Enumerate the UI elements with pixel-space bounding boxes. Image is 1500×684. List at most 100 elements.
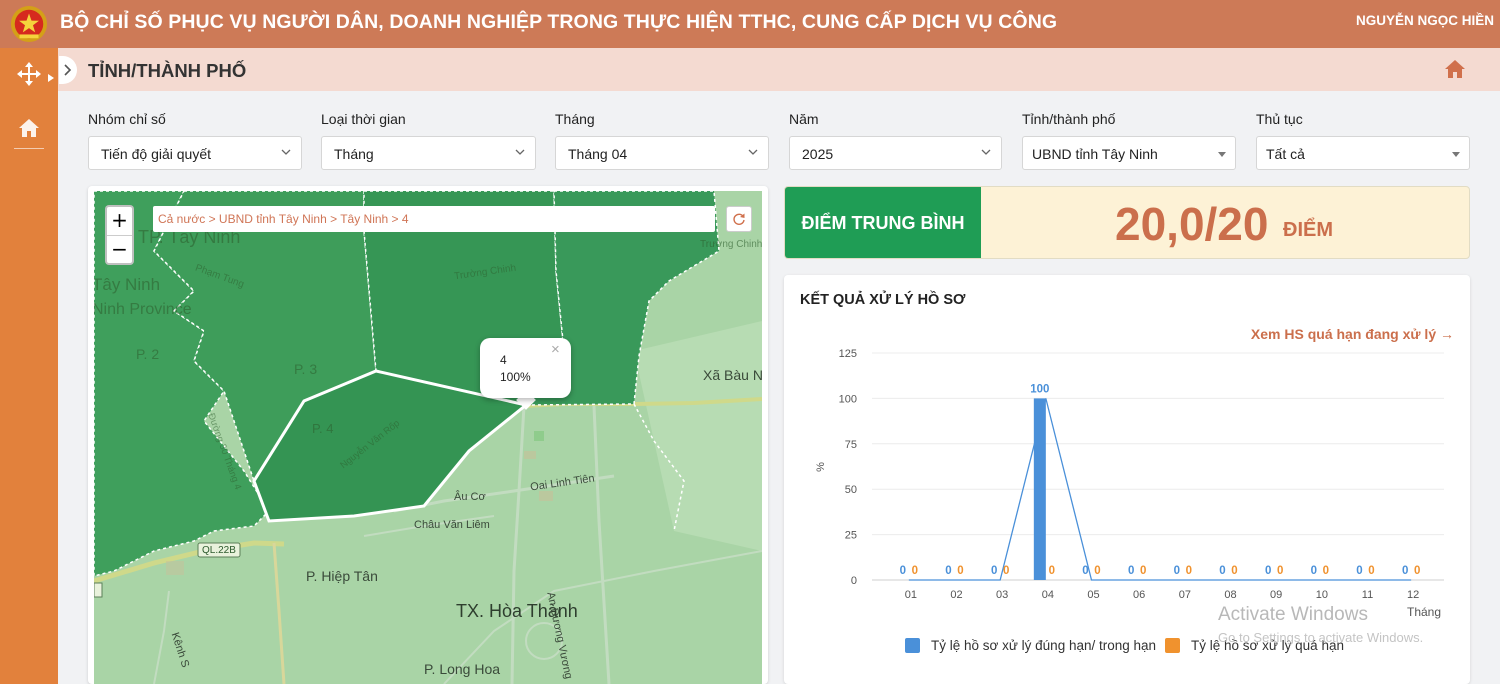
map-view[interactable]: TP. Tây Ninh Tây Ninh Ninh Province P. 2… bbox=[94, 191, 762, 684]
legend-swatch bbox=[905, 638, 920, 653]
map-label: Châu Văn Liêm bbox=[414, 519, 490, 531]
data-label: 0 bbox=[1003, 565, 1009, 577]
popup-close-icon[interactable]: × bbox=[551, 341, 560, 358]
map-label: P. Hiệp Tân bbox=[306, 568, 378, 584]
filter-label-group: Nhóm chỉ số bbox=[88, 111, 166, 127]
zoom-in-button[interactable]: + bbox=[107, 207, 132, 235]
refresh-icon bbox=[733, 213, 745, 225]
data-label: 0 bbox=[1231, 565, 1237, 577]
x-tick-label: 09 bbox=[1270, 589, 1282, 601]
zoom-control: + − bbox=[105, 205, 134, 265]
procedure-select[interactable]: Tất cả bbox=[1256, 136, 1470, 170]
map-canvas[interactable] bbox=[94, 191, 762, 684]
map-label: P. 2 bbox=[136, 346, 160, 362]
chevron-down-icon bbox=[515, 149, 525, 155]
year-select-value: 2025 bbox=[802, 146, 834, 162]
page-title: TỈNH/THÀNH PHỐ bbox=[88, 60, 247, 81]
x-axis-label: Tháng bbox=[1407, 605, 1441, 619]
map-label: P. 3 bbox=[294, 361, 318, 377]
province-select-value: UBND tỉnh Tây Ninh bbox=[1032, 146, 1158, 162]
y-tick-label: 0 bbox=[851, 575, 857, 587]
x-tick-label: 03 bbox=[996, 589, 1008, 601]
activation-watermark-hint: Go to Settings to activate Windows. bbox=[1218, 630, 1424, 645]
x-tick-label: 06 bbox=[1133, 589, 1145, 601]
page-header bbox=[58, 48, 1500, 91]
y-tick-label: 50 bbox=[845, 484, 857, 496]
map-label: P. Long Hoa bbox=[424, 661, 501, 677]
x-tick-label: 12 bbox=[1407, 589, 1419, 601]
data-label: 0 bbox=[1265, 565, 1271, 577]
zoom-out-button[interactable]: − bbox=[107, 236, 132, 264]
data-label: 0 bbox=[1128, 565, 1134, 577]
filter-label-procedure: Thủ tục bbox=[1256, 111, 1303, 127]
map-label: P. 4 bbox=[312, 421, 334, 436]
x-tick-label: 02 bbox=[950, 589, 962, 601]
y-tick-label: 25 bbox=[845, 530, 857, 542]
filter-label-province: Tỉnh/thành phố bbox=[1022, 111, 1116, 127]
map-label: Trường Chinh bbox=[700, 239, 762, 250]
province-select[interactable]: UBND tỉnh Tây Ninh bbox=[1022, 136, 1236, 170]
map-card: TP. Tây Ninh Tây Ninh Ninh Province P. 2… bbox=[88, 186, 768, 684]
map-breadcrumb: Cả nước > UBND tỉnh Tây Ninh > Tây Ninh … bbox=[153, 206, 715, 232]
procedure-select-value: Tất cả bbox=[1266, 146, 1305, 162]
year-select[interactable]: 2025 bbox=[789, 136, 1002, 170]
x-tick-label: 10 bbox=[1316, 589, 1328, 601]
chevron-down-icon bbox=[281, 149, 291, 155]
data-label: 100 bbox=[1030, 383, 1049, 395]
breadcrumb-text[interactable]: Cả nước > UBND tỉnh Tây Ninh > Tây Ninh … bbox=[158, 212, 409, 226]
month-select-value: Tháng 04 bbox=[568, 146, 628, 162]
time-type-select[interactable]: Tháng bbox=[321, 136, 536, 170]
map-popup: 4 100% × bbox=[480, 338, 571, 398]
data-label: 0 bbox=[1414, 565, 1420, 577]
score-card: ĐIỂM TRUNG BÌNH 20,0/20 ĐIỂM bbox=[784, 186, 1470, 259]
map-label: Âu Cơ bbox=[454, 491, 486, 503]
score-label-panel: ĐIỂM TRUNG BÌNH bbox=[785, 187, 981, 258]
filter-label-year: Năm bbox=[789, 111, 819, 127]
chevron-down-icon bbox=[748, 149, 758, 155]
bar bbox=[1033, 398, 1046, 580]
data-label: 0 bbox=[900, 565, 906, 577]
national-emblem-icon bbox=[10, 5, 48, 43]
chevron-down-icon bbox=[981, 149, 991, 155]
map-label: Ninh Province bbox=[94, 301, 192, 318]
y-axis-label: % bbox=[815, 462, 827, 472]
caret-down-icon bbox=[1452, 152, 1460, 157]
group-select[interactable]: Tiến độ giải quyết bbox=[88, 136, 302, 170]
chevron-right-icon bbox=[64, 64, 72, 76]
move-arrows-icon bbox=[17, 62, 41, 86]
data-label: 0 bbox=[1311, 565, 1317, 577]
data-label: 0 bbox=[1368, 565, 1374, 577]
app-title: BỘ CHỈ SỐ PHỤC VỤ NGƯỜI DÂN, DOANH NGHIỆ… bbox=[60, 11, 1058, 33]
time-type-select-value: Tháng bbox=[334, 146, 374, 162]
top-bar: BỘ CHỈ SỐ PHỤC VỤ NGƯỜI DÂN, DOANH NGHIỆ… bbox=[0, 0, 1500, 48]
map-label: QL.22B bbox=[202, 545, 236, 556]
x-tick-label: 05 bbox=[1087, 589, 1099, 601]
map-label: Tây Ninh bbox=[94, 275, 161, 294]
filter-label-month: Tháng bbox=[555, 111, 595, 127]
home-icon bbox=[19, 119, 39, 137]
activation-watermark: Activate Windows bbox=[1218, 604, 1368, 625]
sidebar bbox=[0, 48, 58, 684]
data-label: 0 bbox=[1277, 565, 1283, 577]
user-name[interactable]: NGUYỄN NGỌC HIỀN bbox=[1356, 13, 1494, 28]
sidebar-item-navigation[interactable] bbox=[0, 52, 58, 96]
refresh-button[interactable] bbox=[726, 206, 752, 232]
popup-percent: 100% bbox=[500, 370, 531, 384]
month-select[interactable]: Tháng 04 bbox=[555, 136, 769, 170]
popup-ward: 4 bbox=[500, 353, 507, 367]
x-tick-label: 01 bbox=[905, 589, 917, 601]
data-label: 0 bbox=[1174, 565, 1180, 577]
sidebar-item-home[interactable] bbox=[0, 106, 58, 150]
y-tick-label: 75 bbox=[845, 439, 857, 451]
x-tick-label: 11 bbox=[1362, 589, 1373, 601]
y-tick-label: 125 bbox=[839, 348, 857, 360]
data-label: 0 bbox=[1323, 565, 1329, 577]
data-label: 0 bbox=[1140, 565, 1146, 577]
data-label: 0 bbox=[1082, 565, 1088, 577]
caret-right-icon bbox=[48, 74, 54, 82]
caret-down-icon bbox=[1218, 152, 1226, 157]
data-label: 0 bbox=[1219, 565, 1225, 577]
data-label: 0 bbox=[1356, 565, 1362, 577]
score-value: 20,0/20 bbox=[1115, 198, 1269, 250]
home-icon[interactable] bbox=[1444, 58, 1466, 80]
